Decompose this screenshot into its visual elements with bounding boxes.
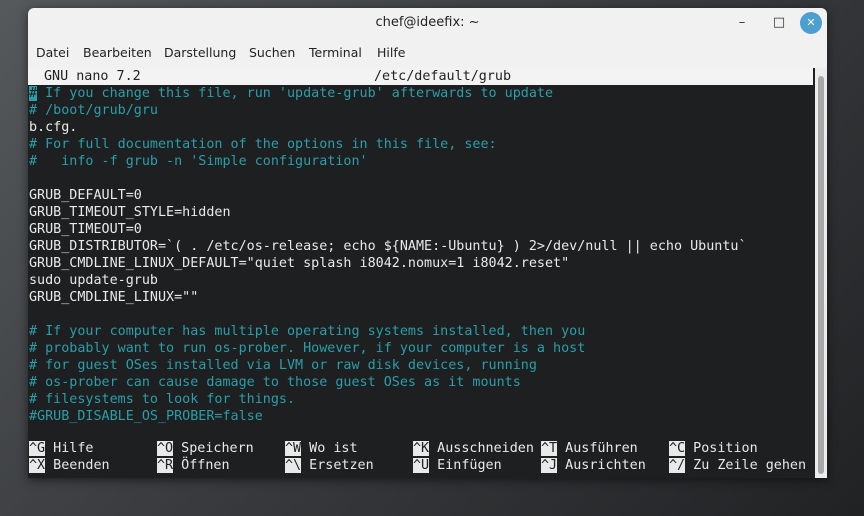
editor-line-text: If you change this file, run 'update-gru… xyxy=(37,86,554,101)
shortcut-key: ^J xyxy=(541,458,558,473)
shortcut-label: Beenden xyxy=(45,458,110,473)
scrollbar-thumb[interactable] xyxy=(818,76,824,474)
shortcut-label: Ausführen xyxy=(557,441,638,456)
minimize-icon[interactable]: – xyxy=(732,13,752,33)
shortcut-label: Speichern xyxy=(173,441,254,456)
nano-filename: /etc/default/grub xyxy=(374,69,512,84)
editor-line: # If your computer has multiple operatin… xyxy=(29,324,586,339)
shortcut-label: Zu Zeile gehen xyxy=(685,458,807,473)
menu-suchen[interactable]: Suchen xyxy=(249,45,295,60)
editor-line: # /boot/grub/gru xyxy=(29,103,158,118)
nano-version: GNU nano 7.2 xyxy=(44,69,141,84)
maximize-icon[interactable]: □ xyxy=(769,13,789,33)
editor-line: #GRUB_DISABLE_OS_PROBER=false xyxy=(29,409,263,424)
shortcut-label: Öffnen xyxy=(173,458,230,473)
shortcut-label: Ersetzen xyxy=(301,458,374,473)
editor-line: GRUB_DEFAULT=0 xyxy=(29,188,142,203)
shortcut-label: Wo ist xyxy=(301,441,358,456)
menu-bar: Datei Bearbeiten Darstellung Suchen Term… xyxy=(28,38,827,66)
shortcut-key: ^R xyxy=(157,458,174,473)
editor-line: GRUB_TIMEOUT=0 xyxy=(29,222,142,237)
text-cursor: # xyxy=(29,86,38,101)
editor-line: sudo update-grub xyxy=(29,273,158,288)
shortcut-item: ^O Speichern xyxy=(157,440,254,457)
menu-terminal[interactable]: Terminal xyxy=(309,45,362,60)
shortcut-item: ^/ Zu Zeile gehen xyxy=(669,457,806,474)
menu-darstellung[interactable]: Darstellung xyxy=(164,45,236,60)
shortcut-key: ^K xyxy=(413,441,430,456)
shortcut-item: ^G Hilfe xyxy=(29,440,94,457)
editor-line: b.cfg. xyxy=(29,120,78,135)
editor-line: # probably want to run os-prober. Howeve… xyxy=(29,341,586,356)
editor-line: GRUB_CMDLINE_LINUX="" xyxy=(29,290,199,305)
editor-line: # for guest OSes installed via LVM or ra… xyxy=(29,358,537,373)
close-icon[interactable]: ✕ xyxy=(800,12,822,34)
nano-header: GNU nano 7.2 /etc/default/grub xyxy=(28,68,813,85)
shortcut-label: Ausrichten xyxy=(557,458,646,473)
shortcut-key: ^O xyxy=(157,441,174,456)
shortcut-key: ^X xyxy=(29,458,46,473)
menu-datei[interactable]: Datei xyxy=(36,45,69,60)
menu-bearbeiten[interactable]: Bearbeiten xyxy=(83,45,152,60)
shortcut-label: Hilfe xyxy=(45,441,94,456)
editor-line: # os-prober can cause damage to those gu… xyxy=(29,375,521,390)
editor-line: GRUB_TIMEOUT_STYLE=hidden xyxy=(29,205,231,220)
shortcut-item: ^C Position xyxy=(669,440,758,457)
shortcut-item: ^W Wo ist xyxy=(285,440,358,457)
shortcut-item: ^K Ausschneiden xyxy=(413,440,534,457)
menu-hilfe[interactable]: Hilfe xyxy=(377,45,405,60)
editor-line: GRUB_CMDLINE_LINUX_DEFAULT="quiet splash… xyxy=(29,256,570,271)
shortcut-item: ^U Einfügen xyxy=(413,457,502,474)
shortcut-item: ^\ Ersetzen xyxy=(285,457,374,474)
editor-line: # info -f grub -n 'Simple configuration' xyxy=(29,154,368,169)
shortcut-item: ^T Ausführen xyxy=(541,440,638,457)
editor-line: # For full documentation of the options … xyxy=(29,137,497,152)
shortcut-item: ^R Öffnen xyxy=(157,457,230,474)
terminal-window: chef@ideefix: ~ – □ ✕ Datei Bearbeiten D… xyxy=(28,8,827,478)
shortcut-key: ^G xyxy=(29,441,46,456)
shortcut-key: ^W xyxy=(285,441,302,456)
shortcut-key: ^C xyxy=(669,441,686,456)
shortcut-item: ^J Ausrichten xyxy=(541,457,646,474)
editor-line: # filesystems to look for things. xyxy=(29,392,296,407)
shortcut-label: Einfügen xyxy=(429,458,502,473)
window-title: chef@ideefix: ~ xyxy=(375,15,480,30)
title-bar[interactable]: chef@ideefix: ~ – □ ✕ xyxy=(28,8,827,38)
shortcut-item: ^X Beenden xyxy=(29,457,110,474)
shortcut-key: ^\ xyxy=(285,458,302,473)
editor-line: # If you change this file, run 'update-g… xyxy=(29,85,553,102)
shortcut-key: ^T xyxy=(541,441,558,456)
shortcut-key: ^U xyxy=(413,458,430,473)
editor-line: GRUB_DISTRIBUTOR=`( . /etc/os-release; e… xyxy=(29,239,747,254)
shortcut-label: Ausschneiden xyxy=(429,441,534,456)
terminal-area[interactable]: GNU nano 7.2 /etc/default/grub # If you … xyxy=(28,68,815,478)
shortcut-key: ^/ xyxy=(669,458,686,473)
shortcut-label: Position xyxy=(685,441,758,456)
